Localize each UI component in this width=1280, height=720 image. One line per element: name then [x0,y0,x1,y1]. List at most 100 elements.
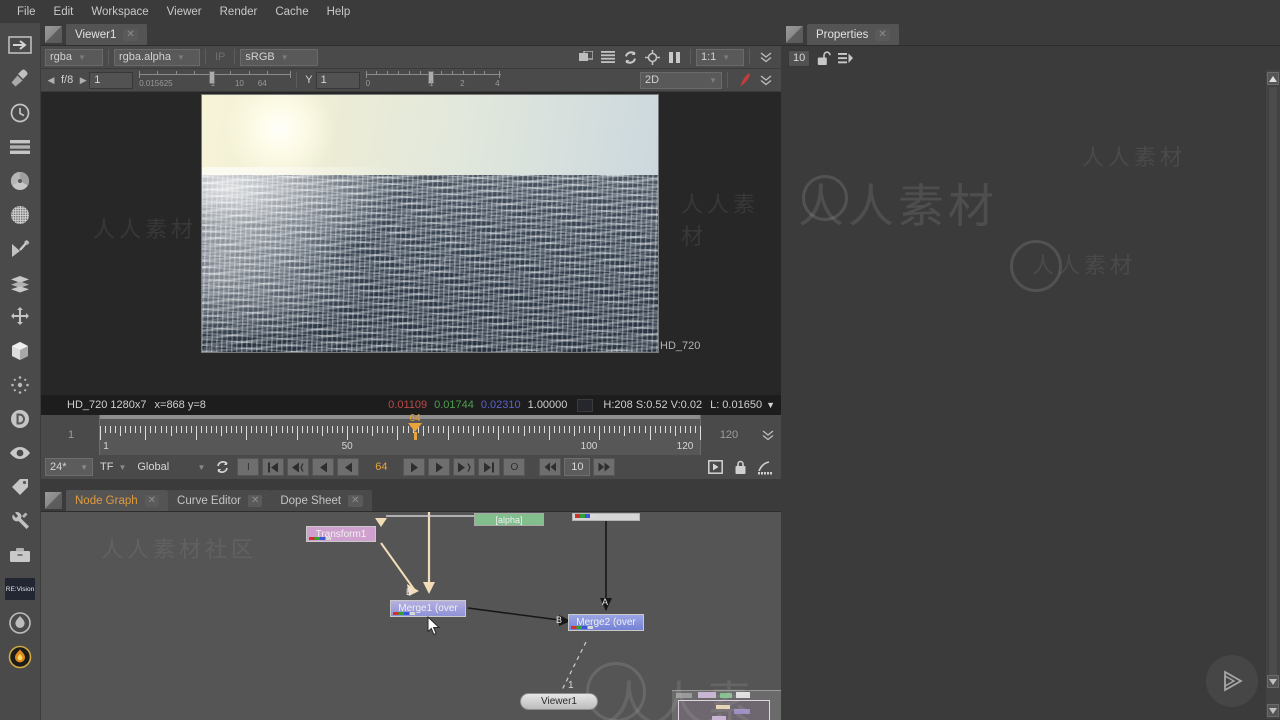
keyer-node-icon[interactable] [5,235,35,262]
proxy-icon[interactable] [641,47,663,67]
exposure-slider[interactable]: 0.015625 1 10 64 [139,71,292,89]
exposure-decrement-button[interactable]: ◀ [45,75,57,86]
prev-keyframe-button[interactable] [287,458,310,476]
node-viewer1[interactable]: Viewer1 [520,693,598,710]
first-frame-button[interactable] [262,458,285,476]
play-forward-button[interactable] [403,458,426,476]
lock-range-button[interactable] [729,458,751,476]
deep-node-icon[interactable] [5,405,35,432]
tab-viewer1-close-icon[interactable]: ✕ [123,28,138,41]
step-back-button[interactable] [539,458,562,476]
menu-item-workspace[interactable]: Workspace [82,3,157,21]
image-node-icon[interactable] [5,31,35,58]
revision-plugin-icon[interactable]: RE:Vision [5,575,35,602]
channel-select[interactable]: rgba.alpha ▼ [114,48,200,66]
menu-item-cache[interactable]: Cache [266,3,317,21]
tab-dope-sheet-close-icon[interactable]: ✕ [348,494,363,507]
node-transform1[interactable]: Transform1 [306,526,376,542]
other-node-icon[interactable] [5,507,35,534]
expand-toolbar-icon[interactable] [755,47,777,67]
pause-cache-icon[interactable] [663,47,685,67]
timeline-start-frame[interactable]: 1 [43,424,99,446]
filter-node-icon[interactable] [5,201,35,228]
layer-select[interactable]: rgba ▼ [45,48,103,66]
timeline-expand-icon[interactable] [757,429,779,441]
tab-dope-sheet[interactable]: Dope Sheet ✕ [271,490,372,511]
menu-item-edit[interactable]: Edit [45,3,83,21]
prev-frame-button[interactable] [312,458,335,476]
views-node-icon[interactable] [5,439,35,466]
tab-properties[interactable]: Properties ✕ [807,24,899,45]
out-point-button[interactable]: O [503,458,526,476]
tab-curve-editor[interactable]: Curve Editor ✕ [168,490,272,511]
gamma-value-field[interactable]: 1 [315,71,360,89]
channel-node-icon[interactable] [5,133,35,160]
3d-node-icon[interactable] [5,337,35,364]
fps-select[interactable]: 24* ▼ [45,458,93,476]
expand-toolbar-icon[interactable] [755,70,777,90]
node-top-partial[interactable] [572,513,640,521]
menu-item-file[interactable]: File [8,3,45,21]
timeline-ruler[interactable]: 1 50 100 120 64 [99,413,701,455]
roi-lines-icon[interactable] [597,47,619,67]
zoom-select[interactable]: 1:1 ▼ [696,48,744,66]
particles-node-icon[interactable] [5,371,35,398]
tab-properties-close-icon[interactable]: ✕ [875,28,890,41]
tab-node-graph-close-icon[interactable]: ✕ [144,494,160,507]
max-panels-field[interactable]: 10 [788,49,811,67]
frame-mode-select[interactable]: TF ▼ [96,458,130,476]
menu-item-viewer[interactable]: Viewer [158,3,211,21]
metadata-node-icon[interactable] [5,473,35,500]
next-frame-button[interactable] [428,458,451,476]
view-mode-select[interactable]: 2D ▼ [640,71,722,89]
step-forward-button[interactable] [593,458,616,476]
nodegraph-overview[interactable] [672,690,781,720]
sync-mode-select[interactable]: Global ▼ [133,458,209,476]
ip-toggle[interactable]: IP [211,51,229,63]
merge-node-icon[interactable] [5,269,35,296]
scroll-down-button-2[interactable] [1267,704,1279,717]
node-merge2[interactable]: Merge2 (over [568,614,644,631]
draw-node-icon[interactable] [5,65,35,92]
scrollbar-track[interactable] [1268,86,1278,685]
wipe-compare-icon[interactable] [575,47,597,67]
scroll-down-button[interactable] [1267,675,1279,688]
viewer-image[interactable] [201,94,659,353]
properties-scrollbar[interactable] [1266,70,1280,719]
node-alpha[interactable]: [alpha] [474,513,544,526]
panel-grip-icon[interactable] [45,26,62,43]
tab-node-graph[interactable]: Node Graph ✕ [66,490,169,511]
current-frame-field[interactable]: 64 [362,461,400,473]
color-node-icon[interactable] [5,167,35,194]
menu-item-render[interactable]: Render [211,3,267,21]
timeline-range-bar[interactable] [100,415,700,419]
play-backward-button[interactable] [337,458,360,476]
scroll-up-button[interactable] [1267,72,1279,85]
flipbook-button[interactable] [754,458,777,476]
transform-node-icon[interactable] [5,303,35,330]
unlock-icon[interactable] [817,50,832,66]
viewer-canvas[interactable]: -1.0 HD_720 人人素材 人人素材 [41,92,781,395]
refresh-icon[interactable] [619,47,641,67]
next-keyframe-button[interactable] [453,458,476,476]
gamma-slider[interactable]: 0 1 2 4 [365,71,501,89]
exposure-value-field[interactable]: 1 [89,71,134,89]
panel-grip-icon[interactable] [45,492,62,509]
bookmark-icon[interactable] [733,70,755,90]
exposure-increment-button[interactable]: ▶ [77,75,89,86]
colorspace-select[interactable]: sRGB ▼ [240,48,319,66]
playback-mode-button[interactable] [704,458,726,476]
furnace-plugin-icon[interactable] [5,609,35,636]
nodegraph-canvas[interactable]: Transform1 [alpha] Merge1 (over Merge2 (… [41,512,781,720]
tab-viewer1[interactable]: Viewer1 ✕ [66,24,147,45]
menu-item-help[interactable]: Help [318,3,360,21]
clear-all-panels-icon[interactable] [838,52,854,65]
frame-increment-field[interactable]: 10 [564,458,591,476]
node-merge1[interactable]: Merge1 (over [390,600,466,617]
loop-mode-button[interactable] [212,458,234,476]
timeline-playhead[interactable] [408,423,422,432]
status-expand-icon[interactable]: ▼ [766,400,775,410]
toolsets-node-icon[interactable] [5,541,35,568]
furnace-core-plugin-icon[interactable] [5,643,35,670]
tab-curve-editor-close-icon[interactable]: ✕ [247,494,263,507]
